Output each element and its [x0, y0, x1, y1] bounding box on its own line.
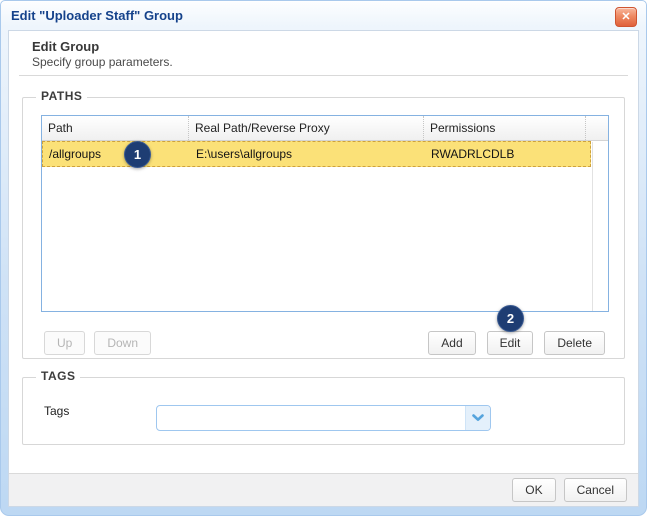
grid-scrollbar-track[interactable] [592, 142, 608, 311]
column-header-real-path[interactable]: Real Path/Reverse Proxy [189, 116, 424, 140]
paths-grid: Path Real Path/Reverse Proxy Permissions… [41, 115, 609, 312]
paths-fieldset: PATHS Path Real Path/Reverse Proxy Permi… [22, 89, 625, 359]
edit-group-dialog: Edit "Uploader Staff" Group ✕ Edit Group… [0, 0, 647, 516]
down-button[interactable]: Down [94, 331, 152, 355]
close-button[interactable]: ✕ [615, 7, 637, 27]
close-icon: ✕ [621, 11, 631, 23]
edit-button[interactable]: Edit [486, 331, 534, 355]
section-heading: Edit Group [32, 39, 100, 54]
heading-divider [19, 75, 628, 76]
dialog-titlebar[interactable]: Edit "Uploader Staff" Group ✕ [1, 1, 646, 30]
delete-button[interactable]: Delete [544, 331, 605, 355]
cell-real-path: E:\users\allgroups [196, 147, 293, 161]
tags-label: Tags [44, 404, 70, 418]
screen: Edit "Uploader Staff" Group ✕ Edit Group… [0, 0, 647, 516]
cell-path: /allgroups [49, 147, 102, 161]
paths-grid-header: Path Real Path/Reverse Proxy Permissions [42, 116, 608, 141]
dialog-footer: OK Cancel [9, 473, 638, 506]
annotation-step-1-badge: 1 [124, 141, 151, 168]
cell-permissions: RWADRLCDLB [431, 147, 515, 161]
dialog-body: Edit Group Specify group parameters. PAT… [8, 30, 639, 507]
up-button[interactable]: Up [44, 331, 86, 355]
ok-button[interactable]: OK [512, 478, 556, 502]
tags-legend: TAGS [36, 369, 81, 383]
tags-fieldset: TAGS Tags [22, 369, 625, 445]
column-header-permissions[interactable]: Permissions [424, 116, 586, 140]
tags-dropdown[interactable] [156, 405, 491, 431]
paths-button-row: Up Down Add Edit Delete [44, 331, 605, 355]
add-button[interactable]: Add [428, 331, 476, 355]
column-header-filler [586, 116, 608, 140]
column-header-path[interactable]: Path [42, 116, 189, 140]
section-subheading: Specify group parameters. [32, 55, 173, 69]
chevron-down-icon [472, 414, 484, 421]
paths-legend: PATHS [36, 89, 88, 103]
dialog-title: Edit "Uploader Staff" Group [11, 8, 183, 23]
tags-dropdown-trigger[interactable] [465, 406, 490, 430]
annotation-step-2-badge: 2 [497, 305, 524, 332]
cancel-button[interactable]: Cancel [563, 478, 627, 502]
